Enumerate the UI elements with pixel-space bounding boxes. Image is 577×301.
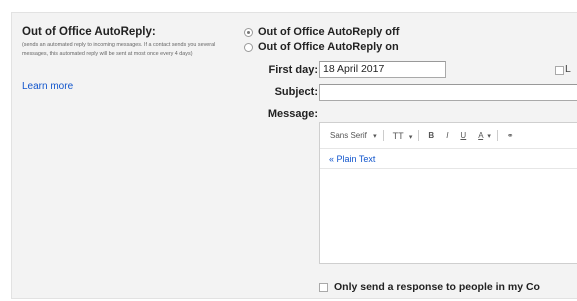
section-description: (sends an automated reply to incoming me… (22, 42, 216, 57)
contacts-only-label: Only send a response to people in my Co (334, 281, 540, 293)
bold-button[interactable]: B (428, 131, 434, 140)
learn-more-link[interactable]: Learn more (22, 81, 73, 92)
text-color-button[interactable]: A ▾ (478, 131, 491, 140)
font-size-dropdown[interactable]: TT ▾ (393, 131, 413, 141)
last-day-label: L (565, 63, 571, 75)
subject-label: Subject: (274, 86, 318, 98)
chevron-down-icon: ▾ (487, 133, 491, 140)
toolbar-divider (496, 130, 498, 141)
first-day-input[interactable]: 18 April 2017 (319, 61, 446, 78)
autoreply-on-option[interactable]: Out of Office AutoReply on (244, 41, 399, 53)
subject-input[interactable] (319, 84, 577, 101)
toolbar-divider (418, 130, 420, 141)
autoreply-off-label: Out of Office AutoReply off (258, 26, 400, 38)
autoreply-off-radio[interactable] (244, 27, 253, 37)
link-icon[interactable]: ⚭ (507, 131, 514, 140)
message-body-textarea[interactable] (320, 168, 577, 263)
underline-button[interactable]: U (460, 131, 466, 140)
contacts-only-checkbox[interactable] (319, 282, 328, 292)
autoreply-on-label: Out of Office AutoReply on (258, 41, 399, 53)
first-day-label: First day: (268, 64, 318, 76)
italic-button[interactable]: I (446, 131, 448, 140)
editor-toolbar: Sans Serif ▾ TT ▾ B I U A ▾ ⚭ (320, 123, 577, 149)
plain-text-link[interactable]: « Plain Text (329, 154, 375, 164)
autoreply-off-option[interactable]: Out of Office AutoReply off (244, 26, 399, 38)
message-label: Message: (267, 108, 318, 120)
last-day-checkbox[interactable] (555, 66, 564, 75)
toolbar-divider (382, 130, 384, 141)
text-size-icon: TT (392, 130, 404, 141)
chevron-down-icon: ▾ (373, 133, 377, 140)
contacts-only-option[interactable]: Only send a response to people in my Co (319, 281, 540, 293)
text-color-icon: A (478, 131, 484, 140)
font-family-label: Sans Serif (330, 131, 367, 140)
chevron-down-icon: ▾ (408, 133, 413, 141)
autoreply-on-radio[interactable] (244, 42, 253, 52)
section-title: Out of Office AutoReply: (22, 26, 156, 38)
message-editor: Sans Serif ▾ TT ▾ B I U A ▾ ⚭ « Plain Te… (319, 122, 577, 264)
font-family-dropdown[interactable]: Sans Serif ▾ (330, 131, 377, 140)
